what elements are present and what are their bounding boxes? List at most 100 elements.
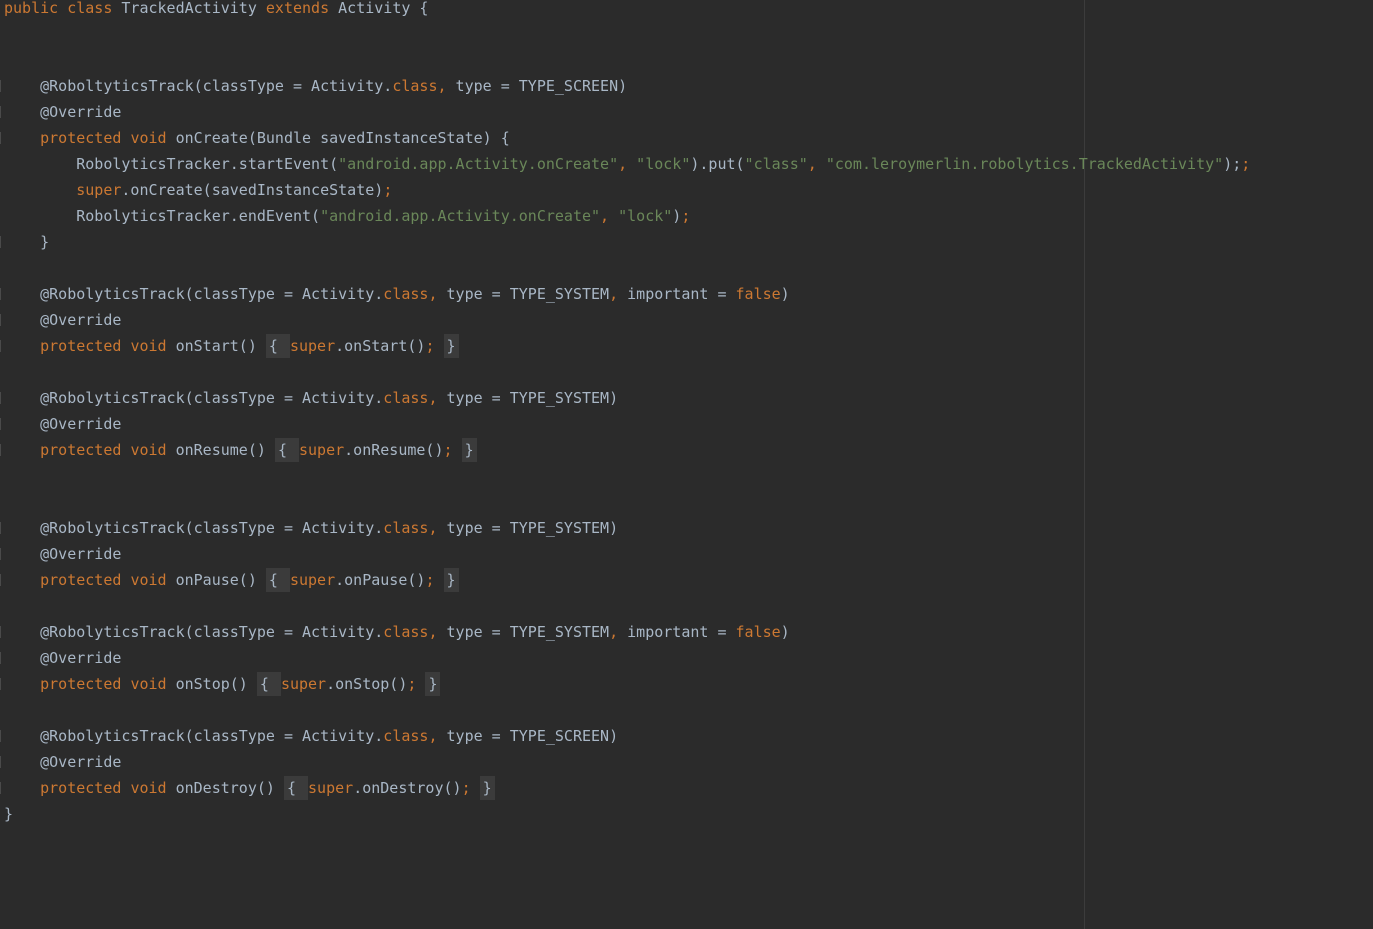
fold-marker-icon[interactable] <box>0 418 1 430</box>
folded-code-block[interactable]: } <box>425 672 441 696</box>
fold-marker-icon[interactable] <box>0 782 1 794</box>
code-token: class <box>392 77 438 95</box>
code-line[interactable]: @RobolyticsTrack(classType = Activity.cl… <box>0 281 1250 307</box>
code-token: class <box>383 519 429 537</box>
fold-marker-icon[interactable] <box>0 106 1 118</box>
code-line[interactable] <box>4 463 1250 489</box>
fold-marker-icon[interactable] <box>0 756 1 768</box>
folded-code-block[interactable]: { <box>265 334 290 358</box>
code-token: TrackedActivity <box>112 0 266 17</box>
code-token: void <box>130 675 167 693</box>
code-line[interactable]: @Override <box>0 307 1250 333</box>
code-token: .onStart() <box>335 337 426 355</box>
code-line[interactable]: @Override <box>0 645 1250 671</box>
code-token: , <box>428 519 447 537</box>
code-token: @RobolyticsTrack(classType = Activity. <box>4 623 384 641</box>
fold-marker-icon[interactable] <box>0 340 1 352</box>
code-token: class <box>383 389 429 407</box>
code-line[interactable]: protected void onCreate(Bundle savedInst… <box>0 125 1250 151</box>
code-line[interactable] <box>4 21 1250 47</box>
folded-code-block[interactable]: } <box>461 438 477 462</box>
code-line[interactable]: @Override <box>0 411 1250 437</box>
code-line[interactable]: RobolyticsTracker.endEvent("android.app.… <box>4 203 1250 229</box>
fold-marker-icon[interactable] <box>0 288 1 300</box>
code-line[interactable]: @RobolyticsTrack(classType = Activity.cl… <box>0 723 1250 749</box>
code-line[interactable]: } <box>4 801 1250 827</box>
code-token: ; <box>681 207 691 225</box>
code-line[interactable]: protected void onResume() { super.onResu… <box>0 437 1250 463</box>
code-line[interactable] <box>4 255 1250 281</box>
fold-marker-icon[interactable] <box>0 730 1 742</box>
code-line[interactable]: @RobolyticsTrack(classType = Activity.cl… <box>0 385 1250 411</box>
code-token: type = TYPE_SYSTEM <box>446 623 610 641</box>
code-token: .onResume() <box>344 441 444 459</box>
code-token: protected <box>40 129 122 147</box>
code-token: class <box>383 285 429 303</box>
code-token: @RoboltyticsTrack(classType = Activity. <box>4 77 393 95</box>
code-token: @Override <box>4 545 122 563</box>
code-token: } <box>4 805 14 823</box>
code-line[interactable]: @RoboltyticsTrack(classType = Activity.c… <box>0 73 1250 99</box>
fold-marker-icon[interactable] <box>0 522 1 534</box>
code-line[interactable]: @Override <box>0 99 1250 125</box>
code-line[interactable]: super.onCreate(savedInstanceState); <box>4 177 1250 203</box>
fold-marker-icon[interactable] <box>0 132 1 144</box>
code-token: class <box>383 727 429 745</box>
folded-code-block[interactable]: { <box>265 568 290 592</box>
folded-code-block[interactable]: } <box>443 334 459 358</box>
code-line[interactable]: protected void onDestroy() { super.onDes… <box>0 775 1250 801</box>
folded-code-block[interactable]: { <box>283 776 309 800</box>
code-line[interactable] <box>4 47 1250 73</box>
code-token: void <box>130 441 167 459</box>
fold-marker-icon[interactable] <box>0 444 1 456</box>
code-token: @RobolyticsTrack(classType = Activity. <box>4 389 384 407</box>
folded-code-block[interactable]: { <box>274 438 299 462</box>
fold-marker-icon[interactable] <box>0 678 1 690</box>
folded-code-block[interactable]: { <box>256 672 281 696</box>
code-line[interactable]: @RobolyticsTrack(classType = Activity.cl… <box>0 515 1250 541</box>
code-area[interactable]: public class TrackedActivity extends Act… <box>0 0 1250 827</box>
code-line[interactable] <box>4 593 1250 619</box>
code-token: protected <box>40 571 122 589</box>
code-line[interactable] <box>4 359 1250 385</box>
code-line[interactable]: @RobolyticsTrack(classType = Activity.cl… <box>0 619 1250 645</box>
code-line[interactable] <box>4 697 1250 723</box>
folded-code-block[interactable]: } <box>443 568 459 592</box>
fold-marker-icon[interactable] <box>0 548 1 560</box>
code-editor[interactable]: public class TrackedActivity extends Act… <box>0 0 1373 929</box>
code-line[interactable]: protected void onStop() { super.onStop()… <box>0 671 1250 697</box>
code-line[interactable]: protected void onPause() { super.onPause… <box>0 567 1250 593</box>
code-line[interactable]: } <box>0 229 1250 255</box>
fold-marker-icon[interactable] <box>0 392 1 404</box>
code-token: void <box>130 129 167 147</box>
fold-marker-icon[interactable] <box>0 236 1 248</box>
code-token: onStop() <box>166 675 257 693</box>
code-token: Activity { <box>329 0 429 17</box>
code-line[interactable] <box>4 489 1250 515</box>
code-token: onStart() <box>166 337 266 355</box>
folded-code-block[interactable]: } <box>479 776 495 800</box>
code-token: , <box>609 623 628 641</box>
fold-marker-icon[interactable] <box>0 80 1 92</box>
code-token: "lock" <box>618 207 673 225</box>
code-line[interactable]: @Override <box>0 541 1250 567</box>
code-token: protected <box>40 675 122 693</box>
code-line[interactable]: RobolyticsTracker.startEvent("android.ap… <box>4 151 1250 177</box>
code-token: } <box>4 233 50 251</box>
code-token: .onPause() <box>335 571 426 589</box>
code-line[interactable]: protected void onStart() { super.onStart… <box>0 333 1250 359</box>
fold-marker-icon[interactable] <box>0 574 1 586</box>
code-token: RobolyticsTracker.endEvent( <box>4 207 321 225</box>
code-line[interactable]: @Override <box>0 749 1250 775</box>
fold-marker-icon[interactable] <box>0 314 1 326</box>
fold-marker-icon[interactable] <box>0 626 1 638</box>
fold-marker-icon[interactable] <box>0 652 1 664</box>
code-token: "android.app.Activity.onCreate" <box>338 155 619 173</box>
code-token: ).put( <box>690 155 745 173</box>
code-line[interactable]: public class TrackedActivity extends Act… <box>4 0 1250 21</box>
